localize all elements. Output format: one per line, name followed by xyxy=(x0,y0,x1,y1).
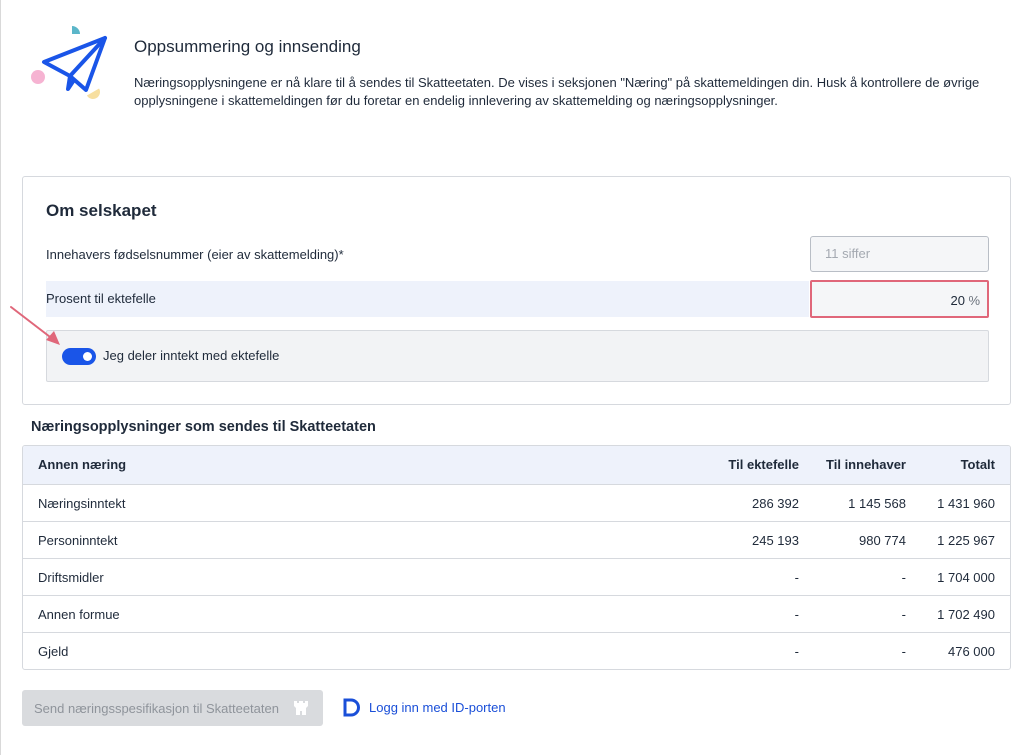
paper-plane-icon xyxy=(31,26,107,99)
table-row: Annen formue - - 1 702 490 xyxy=(23,595,1010,632)
annotation-arrow-icon xyxy=(10,306,60,345)
id-porten-icon[interactable] xyxy=(342,698,361,717)
table-row: Driftsmidler - - 1 704 000 xyxy=(23,558,1010,595)
column-header: Til innehaver xyxy=(826,457,906,472)
table-cell: - xyxy=(794,644,799,659)
company-card: Om selskapet Innehavers fødselsnummer (e… xyxy=(22,176,1011,405)
table-cell: - xyxy=(901,607,906,622)
toggle-knob xyxy=(83,352,92,361)
owner-id-field[interactable]: 11 siffer xyxy=(810,236,989,272)
table-cell: 1 225 967 xyxy=(937,533,995,548)
table-cell: Gjeld xyxy=(38,644,69,659)
business-data-table: Annen næring Til ektefelle Til innehaver… xyxy=(22,445,1011,670)
table-cell: - xyxy=(794,607,799,622)
company-card-title: Om selskapet xyxy=(46,201,157,220)
table-cell: - xyxy=(794,570,799,585)
share-income-toggle[interactable] xyxy=(62,348,96,365)
table-cell: - xyxy=(901,570,906,585)
owner-id-label: Innehavers fødselsnummer (eier av skatte… xyxy=(46,247,344,262)
spouse-percent-row: Prosent til ektefelle xyxy=(46,281,809,317)
table-row: Gjeld - - 476 000 xyxy=(23,632,1010,669)
share-income-box: Jeg deler inntekt med ektefelle xyxy=(46,330,989,382)
table-cell: Annen formue xyxy=(38,607,120,622)
page-description: Næringsopplysningene er nå klare til å s… xyxy=(134,75,980,108)
column-header: Til ektefelle xyxy=(728,457,799,472)
table-cell: Næringsinntekt xyxy=(38,496,126,511)
castle-icon xyxy=(294,701,308,715)
table-header-row: Annen næring Til ektefelle Til innehaver… xyxy=(23,446,1010,484)
table-cell: Personinntekt xyxy=(38,533,118,548)
page-title: Oppsummering og innsending xyxy=(134,37,361,56)
table-cell: 980 774 xyxy=(859,533,906,548)
table-cell: 1 704 000 xyxy=(937,570,995,585)
login-id-porten-link[interactable]: Logg inn med ID-porten xyxy=(369,700,506,715)
table-section-title: Næringsopplysninger som sendes til Skatt… xyxy=(31,419,376,435)
share-income-label: Jeg deler inntekt med ektefelle xyxy=(103,348,280,363)
table-cell: 1 145 568 xyxy=(848,496,906,511)
table-cell: 286 392 xyxy=(752,496,799,511)
page-left-border xyxy=(0,0,1,755)
spouse-percent-value: 20 xyxy=(950,293,965,308)
column-header: Totalt xyxy=(960,457,995,472)
table-cell: Driftsmidler xyxy=(38,570,104,585)
percent-unit: % xyxy=(968,293,980,308)
table-cell: 1 702 490 xyxy=(937,607,995,622)
send-button-label: Send næringsspesifikasjon til Skatteetat… xyxy=(34,700,279,716)
table-row: Personinntekt 245 193 980 774 1 225 967 xyxy=(23,521,1010,558)
table-row: Næringsinntekt 286 392 1 145 568 1 431 9… xyxy=(23,484,1010,521)
table-cell: 476 000 xyxy=(948,644,995,659)
table-cell: 1 431 960 xyxy=(937,496,995,511)
send-to-tax-authority-button[interactable]: Send næringsspesifikasjon til Skatteetat… xyxy=(22,690,323,726)
spouse-percent-field[interactable]: 20 % xyxy=(810,280,989,318)
column-header: Annen næring xyxy=(38,457,127,472)
table-cell: - xyxy=(901,644,906,659)
table-cell: 245 193 xyxy=(752,533,799,548)
